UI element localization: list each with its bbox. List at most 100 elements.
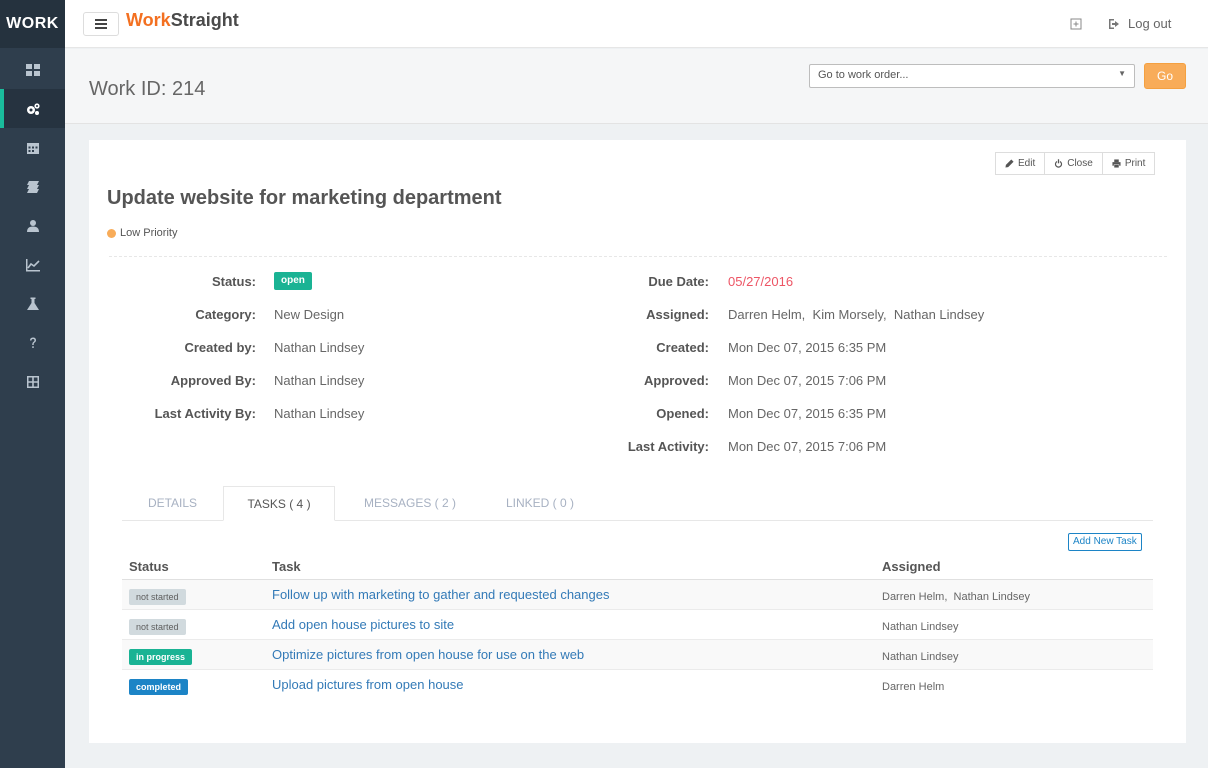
table-row: completed Upload pictures from open hous… bbox=[122, 670, 1153, 700]
assigned-label: Assigned: bbox=[646, 307, 709, 322]
task-link[interactable]: Add open house pictures to site bbox=[272, 616, 454, 634]
priority-label: Low Priority bbox=[120, 227, 178, 239]
logo-part-straight: Straight bbox=[170, 10, 239, 30]
tab-messages[interactable]: MESSAGES ( 2 ) bbox=[340, 486, 480, 521]
column-header-assigned: Assigned bbox=[882, 559, 941, 574]
status-badge-not-started: not started bbox=[129, 589, 186, 605]
status-badge-in-progress: in progress bbox=[129, 649, 193, 665]
top-navbar: WorkStraight Log out bbox=[65, 0, 1208, 48]
created-by-label: Created by: bbox=[184, 340, 256, 355]
status-badge-not-started: not started bbox=[129, 619, 186, 635]
task-link[interactable]: Follow up with marketing to gather and r… bbox=[272, 586, 609, 604]
work-order-select-placeholder: Go to work order... bbox=[818, 69, 909, 81]
task-link[interactable]: Optimize pictures from open house for us… bbox=[272, 646, 584, 664]
app-logo[interactable]: WorkStraight bbox=[126, 10, 239, 31]
sidebar: WORK bbox=[0, 0, 65, 768]
column-header-status: Status bbox=[129, 559, 169, 574]
question-icon bbox=[29, 337, 36, 348]
approved-by-label: Approved By: bbox=[170, 373, 256, 388]
last-activity-by-value: Nathan Lindsey bbox=[274, 406, 365, 421]
work-order-select[interactable]: Go to work order... ▼ bbox=[809, 64, 1135, 88]
printer-icon bbox=[1112, 159, 1121, 168]
column-header-task: Task bbox=[272, 559, 301, 574]
tab-details[interactable]: DETAILS bbox=[122, 486, 223, 521]
tasks-table-header: Status Task Assigned bbox=[122, 555, 1153, 580]
dashboard-icon bbox=[25, 63, 40, 76]
category-label: Category: bbox=[195, 307, 256, 322]
due-date-label: Due Date: bbox=[648, 274, 709, 289]
task-status-cell: not started bbox=[129, 617, 186, 635]
close-button[interactable]: Close bbox=[1044, 152, 1103, 175]
task-status-cell: completed bbox=[129, 677, 189, 695]
sidebar-item-calendar[interactable] bbox=[0, 128, 65, 167]
line-chart-icon bbox=[25, 258, 40, 271]
expand-icon bbox=[1070, 18, 1082, 30]
sidebar-item-reports[interactable] bbox=[0, 245, 65, 284]
opened-value: Mon Dec 07, 2015 6:35 PM bbox=[728, 406, 887, 421]
table-row: in progress Optimize pictures from open … bbox=[122, 640, 1153, 670]
sidebar-item-library[interactable] bbox=[0, 167, 65, 206]
detail-tabs: DETAILS TASKS ( 4 ) MESSAGES ( 2 ) LINKE… bbox=[122, 486, 1153, 521]
created-by-value: Nathan Lindsey bbox=[274, 340, 365, 355]
sidebar-brand[interactable]: WORK bbox=[0, 0, 65, 48]
status-badge: open bbox=[274, 272, 312, 290]
status-badge-completed: completed bbox=[129, 679, 189, 695]
print-button[interactable]: Print bbox=[1101, 152, 1156, 175]
approved-value: Mon Dec 07, 2015 7:06 PM bbox=[728, 373, 887, 388]
tab-linked[interactable]: LINKED ( 0 ) bbox=[480, 486, 600, 521]
sidebar-item-dashboard[interactable] bbox=[0, 50, 65, 89]
page-title: Work ID: 214 bbox=[89, 78, 206, 100]
go-button[interactable]: Go bbox=[1144, 63, 1186, 89]
grid-icon bbox=[26, 375, 39, 388]
priority-dot-icon bbox=[107, 228, 116, 238]
task-link[interactable]: Upload pictures from open house bbox=[272, 676, 464, 694]
action-button-group: Edit Close Print bbox=[995, 152, 1156, 175]
task-assignee: Darren Helm, Nathan Lindsey bbox=[882, 587, 1030, 605]
logo-part-work: Work bbox=[126, 10, 171, 30]
task-status-cell: not started bbox=[129, 587, 186, 605]
created-label: Created: bbox=[656, 340, 709, 355]
task-link-text: Follow up with marketing to gather and r… bbox=[272, 587, 610, 602]
pencil-icon bbox=[1005, 159, 1014, 168]
due-date-value: 05/27/2016 bbox=[728, 274, 794, 289]
category-value: New Design bbox=[274, 307, 345, 322]
sidebar-item-help[interactable] bbox=[0, 323, 65, 362]
task-link-text: Add open house pictures to site bbox=[272, 617, 455, 632]
created-value: Mon Dec 07, 2015 6:35 PM bbox=[728, 340, 887, 355]
menu-toggle-button[interactable] bbox=[83, 12, 119, 36]
table-row: not started Add open house pictures to s… bbox=[122, 610, 1153, 640]
caret-down-icon: ▼ bbox=[1118, 69, 1126, 78]
last-activity-label: Last Activity: bbox=[627, 439, 709, 454]
add-new-task-button[interactable]: Add New Task bbox=[1068, 533, 1142, 551]
books-icon bbox=[26, 180, 39, 193]
task-assignee: Darren Helm bbox=[882, 677, 944, 695]
tab-tasks[interactable]: TASKS ( 4 ) bbox=[223, 486, 335, 521]
cogs-icon bbox=[26, 102, 40, 115]
approved-by-value: Nathan Lindsey bbox=[274, 373, 365, 388]
priority-indicator: Low Priority bbox=[107, 227, 177, 239]
sidebar-item-more[interactable] bbox=[0, 362, 65, 401]
fullscreen-toggle[interactable] bbox=[1070, 17, 1082, 30]
edit-button[interactable]: Edit bbox=[995, 152, 1046, 175]
task-assignee-text: Darren Helm bbox=[882, 681, 945, 693]
task-link-text: Optimize pictures from open house for us… bbox=[272, 647, 585, 662]
calendar-icon bbox=[26, 142, 39, 154]
power-icon bbox=[1055, 159, 1063, 168]
task-assignee-text: Nathan Lindsey bbox=[882, 651, 959, 663]
task-assignee-text: Nathan Lindsey bbox=[882, 621, 959, 633]
opened-label: Opened: bbox=[656, 406, 709, 421]
hamburger-icon bbox=[95, 19, 107, 29]
tasks-table: Status Task Assigned not started Follow … bbox=[122, 555, 1153, 700]
logout-link[interactable]: Log out bbox=[1108, 16, 1171, 31]
edit-label: Edit bbox=[1018, 158, 1036, 169]
assigned-value: Darren Helm, Kim Morsely, Nathan Lindsey bbox=[728, 307, 985, 322]
sidebar-item-lab[interactable] bbox=[0, 284, 65, 323]
sidebar-item-users[interactable] bbox=[0, 206, 65, 245]
work-order-card: Edit Close Print Update website for mark… bbox=[89, 140, 1186, 743]
sign-out-icon bbox=[1109, 18, 1119, 29]
table-row: not started Follow up with marketing to … bbox=[122, 580, 1153, 610]
sidebar-item-work[interactable] bbox=[0, 89, 65, 128]
last-activity-value: Mon Dec 07, 2015 7:06 PM bbox=[728, 439, 887, 454]
close-label: Close bbox=[1067, 158, 1093, 169]
logout-label: Log out bbox=[1128, 16, 1172, 31]
